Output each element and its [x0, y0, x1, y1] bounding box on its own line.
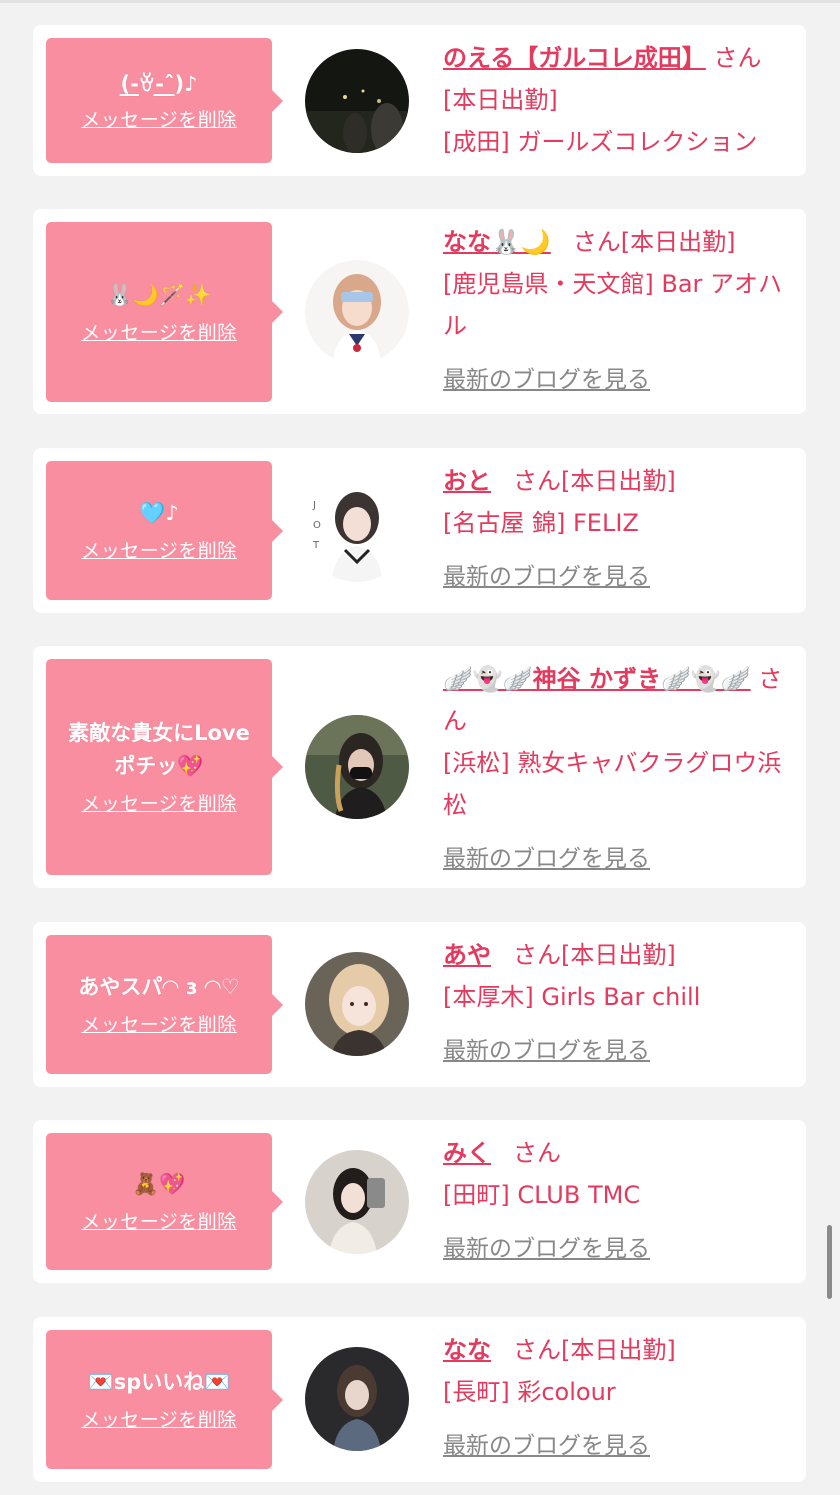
message-bubble: 💌spいいね💌 メッセージを削除: [46, 1330, 283, 1469]
profile-name-link[interactable]: のえる【ガルコレ成田】: [443, 44, 706, 72]
profile-name-link[interactable]: おと: [443, 467, 491, 495]
shop-text: [長町] 彩colour: [443, 1378, 616, 1406]
svg-text:J: J: [312, 500, 316, 511]
profile-info: 🪽👻🪽神谷 かずき🪽👻🪽 さん [浜松] 熟女キャバクラグロウ浜松 最新のブログ…: [443, 658, 793, 881]
status-text: [本日出勤]: [443, 86, 558, 114]
profile-info: みく さん [田町] CLUB TMC 最新のブログを見る: [443, 1132, 793, 1271]
latest-blog-link[interactable]: 最新のブログを見る: [443, 1038, 650, 1064]
latest-blog-link[interactable]: 最新のブログを見る: [443, 564, 650, 590]
delete-message-link[interactable]: メッセージを削除: [81, 107, 237, 133]
message-text: 💌spいいね💌: [87, 1370, 231, 1394]
message-bubble: 🧸💖 メッセージを削除: [46, 1133, 283, 1270]
honorific: さん: [713, 44, 762, 72]
delete-message-link[interactable]: メッセージを削除: [81, 538, 237, 564]
profile-info: あや さん[本日出勤] [本厚木] Girls Bar chill 最新のブログを…: [443, 934, 793, 1073]
avatar[interactable]: [305, 1150, 409, 1254]
delete-message-link[interactable]: メッセージを削除: [81, 791, 237, 817]
latest-blog-link[interactable]: 最新のブログを見る: [443, 367, 650, 393]
honorific: さん: [572, 228, 621, 256]
status-text: [本日出勤]: [561, 1336, 676, 1364]
message-bubble: 🐰🌙🪄✨ メッセージを削除: [46, 222, 283, 402]
avatar-photo-masked: [305, 715, 409, 819]
list-item: 🧸💖 メッセージを削除 みく さん [田町] CLUB TMC 最新のブログを見る: [33, 1120, 806, 1283]
honorific: さん: [513, 467, 561, 495]
message-bubble: 素敵な貴女にLove ポチッ💖 メッセージを削除: [46, 659, 283, 875]
profile-info: おと さん[本日出勤] [名古屋 錦] FELIZ 最新のブログを見る: [443, 460, 793, 599]
profile-name-link[interactable]: 🪽👻🪽神谷 かずき🪽👻🪽: [443, 665, 751, 693]
list-item: 💌spいいね💌 メッセージを削除 なな さん[本日出勤] [長町] 彩colour…: [33, 1317, 806, 1482]
list-item: あやスパ◠ ɜ ◠♡ メッセージを削除 あや さん[本日出勤] [本厚木] Gir…: [33, 922, 806, 1087]
profile-info: なな🐰🌙 さん[本日出勤] [鹿児島県・天文館] Bar アオハル 最新のブログを…: [443, 221, 793, 402]
status-text: [本日出勤]: [561, 941, 676, 969]
message-bubble: (̲-̲ꈊ-̲ˆ̲)♪ メッセージを削除: [46, 38, 283, 163]
message-bubble: あやスパ◠ ɜ ◠♡ メッセージを削除: [46, 935, 283, 1074]
avatar[interactable]: [305, 49, 409, 153]
latest-blog-link[interactable]: 最新のブログを見る: [443, 846, 650, 872]
profile-name-link[interactable]: あや: [443, 941, 491, 969]
avatar[interactable]: [305, 715, 409, 819]
list-item: (̲-̲ꈊ-̲ˆ̲)♪ メッセージを削除 のえる【ガルコレ成田】 さん [本日出勤…: [33, 25, 806, 176]
latest-blog-link[interactable]: 最新のブログを見る: [443, 1236, 650, 1262]
delete-message-link[interactable]: メッセージを削除: [81, 1407, 237, 1433]
list-item: 素敵な貴女にLove ポチッ💖 メッセージを削除 🪽👻🪽神谷 かずき🪽👻🪽 さん…: [33, 646, 806, 888]
avatar[interactable]: [305, 1347, 409, 1451]
delete-message-link[interactable]: メッセージを削除: [81, 1209, 237, 1235]
latest-blog-link[interactable]: 最新のブログを見る: [443, 1433, 650, 1459]
honorific: さん: [513, 941, 561, 969]
profile-name-link[interactable]: みく: [443, 1139, 491, 1167]
status-text: [本日出勤]: [620, 228, 736, 256]
avatar-photo-portrait: J O T: [305, 478, 409, 582]
profile-info: なな さん[本日出勤] [長町] 彩colour 最新のブログを見る: [443, 1329, 793, 1468]
message-text: 🧸💖: [132, 1172, 186, 1196]
honorific: さん: [513, 1139, 561, 1167]
avatar-photo-mirror-selfie: [305, 1150, 409, 1254]
message-text: (̲-̲ꈊ-̲ˆ̲)♪: [120, 72, 198, 96]
message-text: 🐰🌙🪄✨: [106, 282, 212, 307]
message-text-line2: ポチッ💖: [114, 754, 204, 778]
message-text: あやスパ◠ ɜ ◠♡: [78, 975, 240, 999]
message-bubble: 🩵♪ メッセージを削除: [46, 461, 283, 600]
avatar[interactable]: J O T: [305, 478, 409, 582]
profile-info: のえる【ガルコレ成田】 さん [本日出勤] [成田] ガールズコレクション: [443, 37, 793, 163]
message-text: 🩵♪: [139, 501, 179, 525]
shop-text: [成田] ガールズコレクション: [443, 128, 758, 156]
shop-text: [浜松] 熟女キャバクラグロウ浜松: [443, 749, 782, 819]
message-text: 素敵な貴女にLove: [68, 721, 250, 745]
shop-text: [田町] CLUB TMC: [443, 1181, 641, 1209]
delete-message-link[interactable]: メッセージを削除: [81, 320, 237, 346]
avatar[interactable]: [305, 952, 409, 1056]
list-item: 🩵♪ メッセージを削除 J O T おと さん[本日出勤] [名古屋 錦] FEL…: [33, 448, 806, 613]
honorific: さん: [513, 1336, 561, 1364]
profile-name-link[interactable]: なな🐰🌙: [443, 228, 551, 256]
avatar[interactable]: [305, 260, 409, 364]
shop-text: [本厚木] Girls Bar chill: [443, 983, 701, 1011]
status-text: [本日出勤]: [561, 467, 676, 495]
shop-text: [鹿児島県・天文館] Bar アオハル: [443, 270, 783, 340]
top-divider: [0, 0, 840, 3]
delete-message-link[interactable]: メッセージを削除: [81, 1012, 237, 1038]
shop-text: [名古屋 錦] FELIZ: [443, 509, 639, 537]
avatar-photo-blonde: [305, 952, 409, 1056]
list-item: 🐰🌙🪄✨ メッセージを削除 なな🐰🌙 さん[本日出勤] [鹿児島県・天文館] Ba…: [33, 209, 806, 414]
avatar-photo-schoolgirl: [305, 260, 409, 364]
svg-text:T: T: [312, 540, 320, 551]
avatar-photo-dark: [305, 1347, 409, 1451]
svg-text:O: O: [313, 520, 321, 531]
avatar-photo-night: [305, 49, 409, 153]
profile-name-link[interactable]: なな: [443, 1336, 491, 1364]
scrollbar[interactable]: [827, 1225, 832, 1299]
